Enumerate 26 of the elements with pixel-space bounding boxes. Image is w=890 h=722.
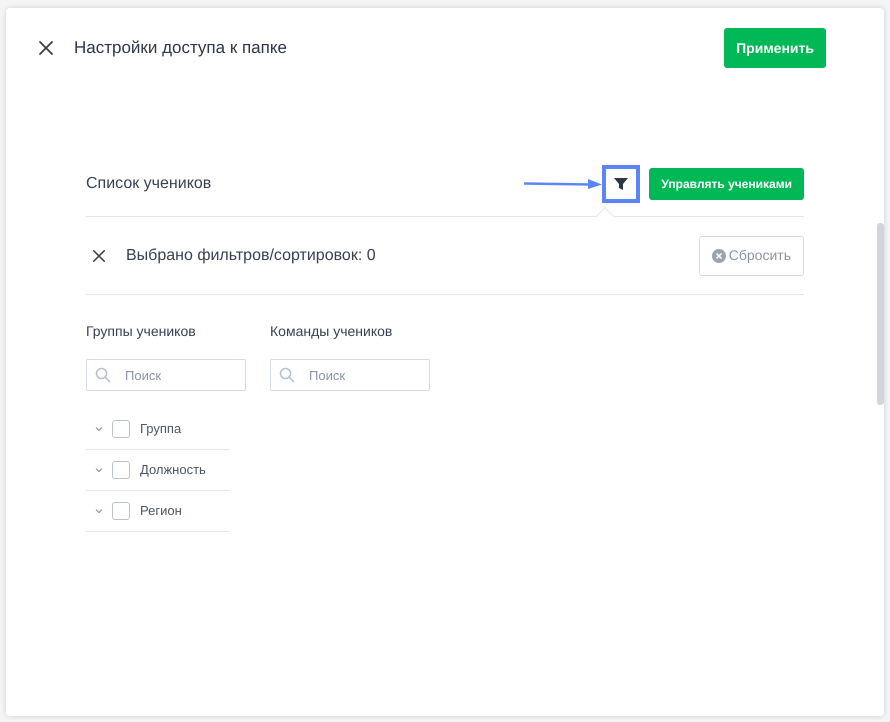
chevron-icon[interactable]	[94, 506, 104, 516]
dialog-title: Настройки доступа к папке	[74, 37, 287, 60]
checkbox[interactable]	[112, 420, 130, 438]
chevron-icon[interactable]	[94, 465, 104, 475]
close-icon[interactable]	[92, 248, 106, 262]
checkbox[interactable]	[112, 502, 130, 520]
manage-students-button[interactable]: Управлять учениками	[649, 168, 804, 200]
filter-button[interactable]	[602, 165, 640, 203]
filter-summary: Выбрано фильтров/сортировок: 0	[126, 246, 376, 266]
reset-button[interactable]: Сбросить	[698, 236, 804, 276]
chevron-icon[interactable]	[94, 424, 104, 434]
item-label: Регион	[140, 502, 182, 520]
item-label: Должность	[140, 461, 206, 480]
checkbox[interactable]	[112, 461, 130, 479]
search-icon	[279, 367, 295, 383]
clear-icon	[712, 248, 726, 262]
search-field[interactable]: Поиск	[86, 359, 246, 391]
search-icon	[95, 367, 111, 383]
close-icon[interactable]	[38, 40, 54, 56]
section-title: Список учеников	[86, 174, 212, 194]
item-label: Группа	[140, 420, 182, 438]
column-title: Команды учеников	[270, 322, 394, 341]
search-field[interactable]: Поиск	[270, 359, 430, 391]
column-title: Группы учеников	[86, 322, 197, 341]
apply-button[interactable]: Применить	[724, 28, 826, 68]
filter-icon	[613, 176, 630, 192]
